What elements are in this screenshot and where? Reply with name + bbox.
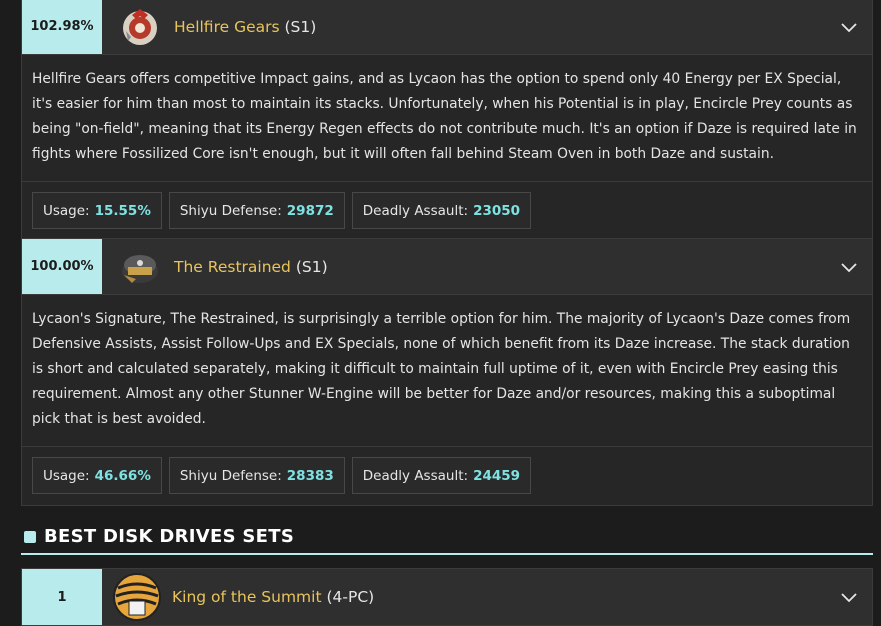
usage-stat: Usage: 46.66%: [32, 457, 162, 494]
shiyu-defense-value: 28383: [286, 467, 334, 484]
percent-badge: 102.98%: [22, 0, 102, 54]
disk-set-card-king-of-the-summit[interactable]: 1 King of the Summit (4-PC): [21, 568, 873, 626]
stats-row: Usage: 46.66% Shiyu Defense: 28383 Deadly …: [22, 447, 872, 505]
king-of-the-summit-icon: [112, 572, 162, 622]
usage-label: Usage:: [43, 202, 90, 219]
disk-set-tag: (4-PC): [326, 588, 375, 606]
disk-drives-section-header: BEST DISK DRIVES SETS: [21, 520, 873, 555]
deadly-assault-label: Deadly Assault:: [362, 202, 469, 219]
disk-set-name: King of the Summit: [172, 588, 322, 606]
wengine-header-hellfire-gears[interactable]: 102.98% Hellfire Gears (S1): [22, 0, 872, 55]
deadly-assault-value: 23050: [473, 202, 521, 219]
shiyu-defense-stat: Shiyu Defense: 29872: [168, 192, 345, 229]
wengine-description: Hellfire Gears offers competitive Impact…: [22, 55, 872, 182]
chevron-down-icon[interactable]: [840, 258, 858, 276]
wengine-name: Hellfire Gears: [174, 17, 280, 36]
wengine-name: The Restrained: [174, 257, 291, 276]
shiyu-defense-stat: Shiyu Defense: 28383: [168, 457, 345, 494]
section-marker-icon: [24, 530, 36, 543]
refinement-tag: (S1): [295, 257, 328, 276]
usage-label: Usage:: [43, 467, 90, 484]
usage-stat: Usage: 15.55%: [32, 192, 162, 229]
wengine-header-the-restrained[interactable]: 100.00% The Restrained (S1): [22, 239, 872, 295]
chevron-down-icon[interactable]: [840, 18, 858, 36]
deadly-assault-stat: Deadly Assault: 24459: [351, 457, 532, 494]
usage-value: 15.55%: [94, 202, 151, 219]
usage-value: 46.66%: [94, 467, 151, 484]
stats-row: Usage: 15.55% Shiyu Defense: 29872 Deadly …: [22, 182, 872, 240]
deadly-assault-label: Deadly Assault:: [362, 467, 469, 484]
section-title: BEST DISK DRIVES SETS: [44, 526, 295, 547]
deadly-assault-stat: Deadly Assault: 23050: [351, 192, 532, 229]
wengine-description: Lycaon's Signature, The Restrained, is s…: [22, 295, 872, 447]
percent-badge: 100.00%: [22, 239, 102, 294]
the-restrained-icon: [118, 245, 162, 289]
hellfire-gears-icon: [118, 5, 162, 49]
wengine-card-hellfire-gears: 102.98% Hellfire Gears (S1) Hellfire Gea…: [21, 0, 873, 241]
deadly-assault-value: 24459: [473, 467, 521, 484]
rank-badge: 1: [22, 569, 102, 625]
wengine-card-the-restrained: 100.00% The Restrained (S1) Lycaon's Sig…: [21, 238, 873, 506]
shiyu-defense-label: Shiyu Defense:: [179, 467, 282, 484]
shiyu-defense-label: Shiyu Defense:: [179, 202, 282, 219]
refinement-tag: (S1): [284, 17, 317, 36]
shiyu-defense-value: 29872: [286, 202, 334, 219]
chevron-down-icon[interactable]: [840, 588, 858, 606]
